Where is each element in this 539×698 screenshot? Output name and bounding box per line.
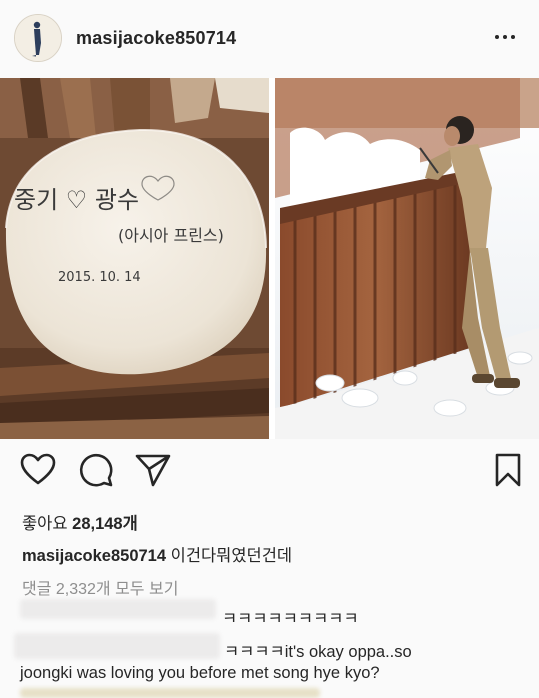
more-icon[interactable]	[495, 30, 519, 44]
comment-2-continuation: joongki was loving you before met song h…	[20, 664, 380, 682]
avatar-figure-icon	[15, 15, 61, 61]
caption-text: 이건다뭐였던건데	[170, 547, 293, 565]
comment-2: ㅋㅋㅋㅋit's okay oppa..so	[224, 643, 412, 661]
post-username[interactable]: masijacoke850714	[76, 28, 236, 49]
caption-username[interactable]: masijacoke850714	[22, 547, 166, 565]
comment-icon[interactable]	[78, 452, 114, 488]
post-header: masijacoke850714	[0, 0, 539, 78]
stone-line1: 중기 ♡ 광수	[14, 186, 139, 214]
photo-collage: 중기 ♡ 광수 (아시아 프린스) 2015. 10. 14	[0, 78, 539, 439]
view-all-comments-link[interactable]: 댓글 2,332개 모두 보기	[22, 575, 178, 599]
soldier-panel	[275, 78, 539, 439]
likes-count: 28,148개	[72, 515, 138, 533]
blurred-username	[20, 599, 216, 619]
post-photo[interactable]: 중기 ♡ 광수 (아시아 프린스) 2015. 10. 14	[0, 78, 539, 439]
blurred-username	[14, 633, 220, 659]
blurred-comment	[20, 688, 320, 698]
likes-line[interactable]: 좋아요 28,148개	[22, 510, 138, 534]
share-icon[interactable]	[134, 452, 172, 488]
likes-label: 좋아요	[22, 515, 68, 533]
comment-1: ㅋㅋㅋㅋㅋㅋㅋㅋㅋ	[222, 610, 359, 628]
stone-panel: 중기 ♡ 광수 (아시아 프린스) 2015. 10. 14	[0, 78, 269, 439]
avatar[interactable]	[14, 14, 62, 62]
stone-line2: (아시아 프린스)	[118, 226, 224, 245]
heart-icon[interactable]	[20, 452, 56, 488]
stone-date: 2015. 10. 14	[58, 270, 141, 285]
bookmark-icon[interactable]	[494, 452, 522, 488]
action-bar	[0, 452, 539, 492]
caption: masijacoke850714 이건다뭐였던건데	[22, 542, 292, 566]
